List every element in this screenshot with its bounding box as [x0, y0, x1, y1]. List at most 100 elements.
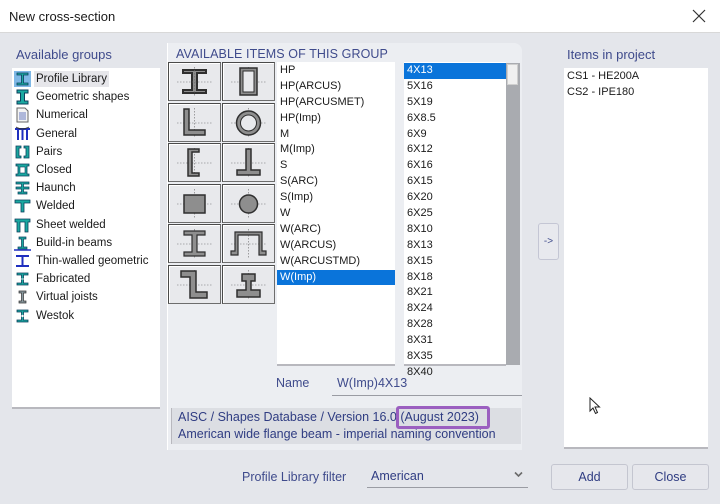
size-list-item[interactable]: 6X25 [404, 206, 506, 222]
size-list-item[interactable]: 8X28 [404, 317, 506, 333]
profile-library-filter-select[interactable]: American [367, 465, 528, 488]
size-list-item[interactable]: 6X15 [404, 174, 506, 190]
size-list-item[interactable]: 8X24 [404, 301, 506, 317]
series-list-item[interactable]: W(ARCUSTMD) [277, 254, 395, 270]
tee-section-icon [231, 148, 266, 178]
series-list-item[interactable]: S [277, 158, 395, 174]
sizes-scrollbar[interactable] [506, 63, 520, 365]
size-list-item[interactable]: 6X8.5 [404, 111, 506, 127]
scrollbar-thumb[interactable] [507, 64, 518, 85]
items-in-project-label: Items in project [567, 47, 656, 62]
project-list-item[interactable]: CS1 - HE200A [564, 69, 708, 85]
light-i-section-icon [177, 229, 212, 259]
light-i-section-tile[interactable] [168, 224, 221, 263]
group-item-haunch[interactable]: Haunch [12, 179, 160, 197]
size-list-item[interactable]: 4X13 [404, 63, 506, 79]
series-list-item[interactable]: S(ARC) [277, 174, 395, 190]
solid-circle-icon [231, 188, 266, 219]
group-item-pairs[interactable]: Pairs [12, 143, 160, 161]
title-bar: New cross-section [0, 0, 720, 33]
series-list-item[interactable]: HP(ARCUSMET) [277, 95, 395, 111]
rail-section-icon [231, 269, 266, 300]
series-list-item[interactable]: W(Imp) [277, 269, 395, 286]
group-item-closed[interactable]: Closed [12, 161, 160, 179]
virtual-joist-icon [18, 290, 27, 304]
group-item-virtual-joists[interactable]: Virtual joists [12, 288, 160, 306]
rail-section-tile[interactable] [222, 264, 275, 304]
group-item-profile-library[interactable]: Profile Library [12, 70, 160, 88]
size-list-item[interactable]: 8X35 [404, 349, 506, 365]
series-list-item[interactable]: W(ARCUS) [277, 238, 395, 254]
profile-library-filter-label: Profile Library filter [242, 470, 347, 484]
welded-section-icon [14, 200, 31, 213]
size-list-item[interactable]: 6X9 [404, 127, 506, 143]
series-list[interactable]: HP HP(ARCUS) HP(ARCUSMET) HP(Imp) M M(Imp) S S(… [277, 62, 395, 366]
group-item-westok[interactable]: Westok [12, 306, 160, 324]
name-field[interactable]: W(Imp)4X13 [332, 368, 522, 396]
group-item-general[interactable]: General [12, 125, 160, 143]
groups-list[interactable]: Profile Library Geometric shapes Numerical… [12, 68, 160, 409]
add-button[interactable]: Add [551, 464, 628, 490]
series-list-item[interactable]: S(Imp) [277, 190, 395, 206]
haunch-icon [15, 181, 30, 195]
sizes-list[interactable]: 4X13 5X16 5X19 6X8.5 6X9 6X12 6X16 6X15 6X20 6X25… [404, 62, 506, 378]
size-list-item[interactable]: 8X31 [404, 333, 506, 349]
group-item-thin-walled-geometric[interactable]: Thin-walled geometric [12, 252, 160, 270]
group-item-geometric-shapes[interactable]: Geometric shapes [12, 88, 160, 106]
series-list-item[interactable]: HP(ARCUS) [277, 79, 395, 95]
group-item-label: Welded [36, 200, 75, 213]
solid-i-section-icon [16, 89, 29, 105]
group-item-label: Pairs [36, 145, 63, 158]
tee-section-tile[interactable] [222, 143, 275, 182]
size-list-item[interactable]: 6X20 [404, 190, 506, 206]
size-list-item[interactable]: 5X16 [404, 79, 506, 95]
project-list-item[interactable]: CS2 - IPE180 [564, 85, 708, 101]
group-item-label: Build-in beams [36, 236, 113, 249]
group-item-numerical[interactable]: Numerical [12, 106, 160, 124]
series-list-item[interactable]: HP [277, 63, 395, 79]
z-section-tile[interactable] [168, 264, 221, 304]
solid-circle-tile[interactable] [222, 183, 275, 223]
group-item-label: Geometric shapes [36, 91, 130, 104]
series-list-item[interactable]: HP(Imp) [277, 111, 395, 127]
size-list-item[interactable]: 6X12 [404, 142, 506, 158]
group-item-build-in-beams[interactable]: Build-in beams [12, 234, 160, 252]
paired-channels-icon [15, 145, 30, 159]
thin-walled-icon [16, 254, 29, 267]
close-button[interactable]: Close [632, 464, 709, 490]
group-item-label: Virtual joists [36, 291, 98, 304]
size-list-item[interactable]: 8X18 [404, 270, 506, 286]
project-items-list[interactable]: CS1 - HE200A CS2 - IPE180 [564, 68, 708, 449]
rectangular-hollow-tile[interactable] [222, 62, 275, 101]
i-section-tile[interactable] [168, 62, 221, 101]
group-item-welded[interactable]: Welded [12, 197, 160, 215]
close-icon[interactable] [690, 7, 708, 25]
add-to-project-arrow-button[interactable]: -> [538, 223, 559, 260]
size-list-item[interactable]: 8X21 [404, 285, 506, 301]
series-list-item[interactable]: W [277, 206, 395, 222]
series-list-item[interactable]: M [277, 127, 395, 143]
group-item-sheet-welded[interactable]: Sheet welded [12, 216, 160, 234]
circular-hollow-tile[interactable] [222, 102, 275, 142]
size-list-item[interactable]: 5X19 [404, 95, 506, 111]
closed-section-icon [15, 163, 30, 177]
size-list-item[interactable]: 6X16 [404, 158, 506, 174]
cold-formed-omega-tile[interactable] [222, 224, 275, 263]
size-list-item[interactable]: 8X13 [404, 238, 506, 254]
mouse-cursor-icon [589, 397, 601, 415]
channel-section-tile[interactable] [168, 143, 221, 182]
general-section-icon [15, 126, 30, 140]
series-list-item[interactable]: M(Imp) [277, 142, 395, 158]
size-list-item[interactable]: 8X15 [404, 254, 506, 270]
group-item-fabricated[interactable]: Fabricated [12, 270, 160, 288]
fabricated-icon [16, 272, 29, 286]
angle-section-tile[interactable] [168, 102, 221, 142]
group-item-label: General [36, 127, 77, 140]
group-item-label: Thin-walled geometric [36, 254, 149, 267]
series-list-item[interactable]: W(ARC) [277, 222, 395, 238]
available-groups-label: Available groups [16, 47, 112, 62]
size-list-item[interactable]: 8X10 [404, 222, 506, 238]
angle-section-icon [177, 107, 212, 138]
z-section-icon [177, 269, 212, 300]
solid-rectangle-tile[interactable] [168, 183, 221, 223]
